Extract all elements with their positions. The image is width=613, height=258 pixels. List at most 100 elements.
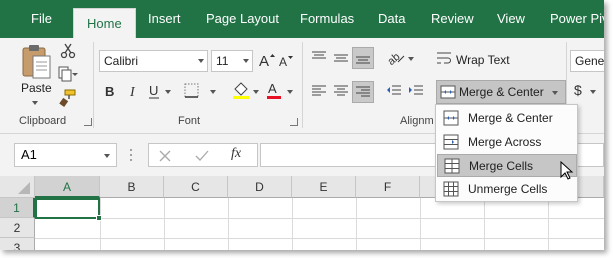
- currency-dropdown-icon[interactable]: [590, 90, 596, 94]
- menu-item-label: Merge & Center: [468, 111, 553, 125]
- column-header[interactable]: A: [35, 176, 100, 198]
- bottom-align-icon[interactable]: [352, 47, 374, 69]
- font-family-value: Calibri: [104, 54, 139, 68]
- tab-file[interactable]: File: [31, 0, 52, 38]
- menu-item-label: Unmerge Cells: [468, 182, 548, 196]
- row-header[interactable]: 2: [0, 218, 35, 238]
- name-box[interactable]: A1: [14, 143, 117, 167]
- number-format-select[interactable]: Gener: [570, 50, 604, 72]
- increase-indent-icon[interactable]: [408, 84, 424, 103]
- paste-icon[interactable]: [20, 44, 54, 85]
- underline-icon[interactable]: U: [148, 83, 162, 104]
- menu-item-merge-center[interactable]: Merge & Center: [437, 107, 577, 130]
- italic-icon[interactable]: I: [128, 83, 140, 104]
- middle-align-icon[interactable]: [333, 50, 349, 71]
- fill-color-dropdown-icon[interactable]: [253, 90, 259, 94]
- clipboard-group-label: Clipboard: [19, 115, 67, 127]
- gridline: [35, 218, 604, 219]
- font-size-select[interactable]: 11: [211, 50, 253, 72]
- svg-text:A: A: [268, 81, 277, 96]
- gridline: [35, 238, 604, 239]
- borders-icon[interactable]: [184, 83, 200, 104]
- font-family-select[interactable]: Calibri: [99, 50, 208, 72]
- format-painter-icon[interactable]: [59, 89, 77, 112]
- align-left-icon[interactable]: [311, 84, 327, 103]
- copy-icon[interactable]: [58, 66, 80, 87]
- column-header[interactable]: E: [292, 176, 356, 198]
- menu-item-merge-across[interactable]: Merge Across: [437, 131, 577, 154]
- increase-font-size-icon[interactable]: A: [259, 51, 275, 74]
- number-format-value: Gener: [575, 54, 604, 68]
- formula-bar-grip-icon[interactable]: [129, 147, 133, 168]
- fill-handle[interactable]: [96, 215, 102, 221]
- select-all-button[interactable]: [0, 176, 35, 198]
- gridline: [356, 198, 357, 250]
- menu-item-label: Merge Cells: [469, 159, 534, 173]
- font-group-label: Font: [178, 115, 201, 127]
- underline-dropdown-icon[interactable]: [165, 90, 171, 94]
- svg-text:A: A: [279, 55, 287, 69]
- merge-cells-icon: [444, 158, 460, 179]
- row-header[interactable]: 3: [0, 238, 35, 250]
- name-box-value: A1: [21, 147, 37, 162]
- column-header[interactable]: C: [164, 176, 228, 198]
- top-align-icon[interactable]: [311, 50, 327, 71]
- column-header[interactable]: F: [356, 176, 420, 198]
- cancel-icon[interactable]: [159, 149, 171, 167]
- font-color-icon[interactable]: A: [266, 81, 282, 104]
- orientation-dropdown-icon[interactable]: [408, 57, 414, 61]
- column-header[interactable]: B: [100, 176, 164, 198]
- gridline: [484, 198, 485, 250]
- column-header[interactable]: D: [228, 176, 292, 198]
- wrap-text-icon[interactable]: [436, 50, 452, 71]
- orientation-icon[interactable]: ab: [385, 48, 408, 71]
- tab-page-layout[interactable]: Page Layout: [206, 0, 279, 38]
- row-header[interactable]: 1: [0, 198, 35, 218]
- tab-power-pivot[interactable]: Power Pivot: [550, 0, 604, 38]
- align-right-icon[interactable]: [352, 81, 374, 103]
- gridline: [292, 198, 293, 250]
- cut-icon[interactable]: [60, 43, 76, 64]
- font-launcher-icon[interactable]: [290, 118, 298, 126]
- currency-icon[interactable]: $: [574, 82, 586, 103]
- decrease-indent-icon[interactable]: [386, 84, 402, 103]
- gridline: [100, 198, 101, 250]
- menu-item-label: Merge Across: [468, 135, 542, 149]
- tab-insert[interactable]: Insert: [148, 0, 181, 38]
- excel-window: File Home Insert Page Layout Formulas Da…: [0, 0, 604, 250]
- bold-icon[interactable]: B: [104, 83, 116, 104]
- svg-text:I: I: [129, 85, 136, 99]
- align-center-icon[interactable]: [333, 84, 349, 103]
- tab-formulas[interactable]: Formulas: [300, 0, 354, 38]
- enter-icon[interactable]: [195, 149, 209, 167]
- group-divider: [302, 42, 303, 128]
- active-cell-a1[interactable]: [35, 198, 100, 219]
- gridline: [548, 198, 549, 250]
- tab-data[interactable]: Data: [378, 0, 405, 38]
- font-size-value: 11: [216, 54, 229, 68]
- tab-home[interactable]: Home: [73, 8, 136, 38]
- clipboard-launcher-icon[interactable]: [84, 118, 92, 126]
- tab-view[interactable]: View: [497, 0, 525, 38]
- merge-center-label: Merge & Center: [459, 85, 544, 99]
- menu-item-unmerge-cells[interactable]: Unmerge Cells: [437, 178, 577, 201]
- decrease-font-size-icon[interactable]: A: [279, 53, 295, 74]
- font-color-dropdown-icon[interactable]: [287, 90, 293, 94]
- svg-text:A: A: [259, 53, 269, 69]
- tab-review[interactable]: Review: [431, 0, 474, 38]
- wrap-text-button[interactable]: Wrap Text: [456, 53, 510, 67]
- borders-dropdown-icon[interactable]: [210, 90, 216, 94]
- gridline: [164, 198, 165, 250]
- insert-function-icon[interactable]: fx: [231, 146, 241, 162]
- merge-center-button[interactable]: Merge & Center: [436, 80, 566, 104]
- menu-item-merge-cells[interactable]: Merge Cells: [437, 154, 577, 177]
- fill-color-icon[interactable]: [232, 81, 250, 104]
- paste-button[interactable]: Paste: [21, 81, 52, 95]
- chevron-down-icon: [243, 59, 249, 63]
- paste-dropdown-icon[interactable]: [32, 101, 38, 105]
- ribbon-tab-bar: File Home Insert Page Layout Formulas Da…: [0, 0, 604, 38]
- svg-text:ab: ab: [386, 51, 403, 66]
- gridline: [228, 198, 229, 250]
- group-divider: [93, 42, 94, 128]
- svg-text:B: B: [105, 84, 114, 99]
